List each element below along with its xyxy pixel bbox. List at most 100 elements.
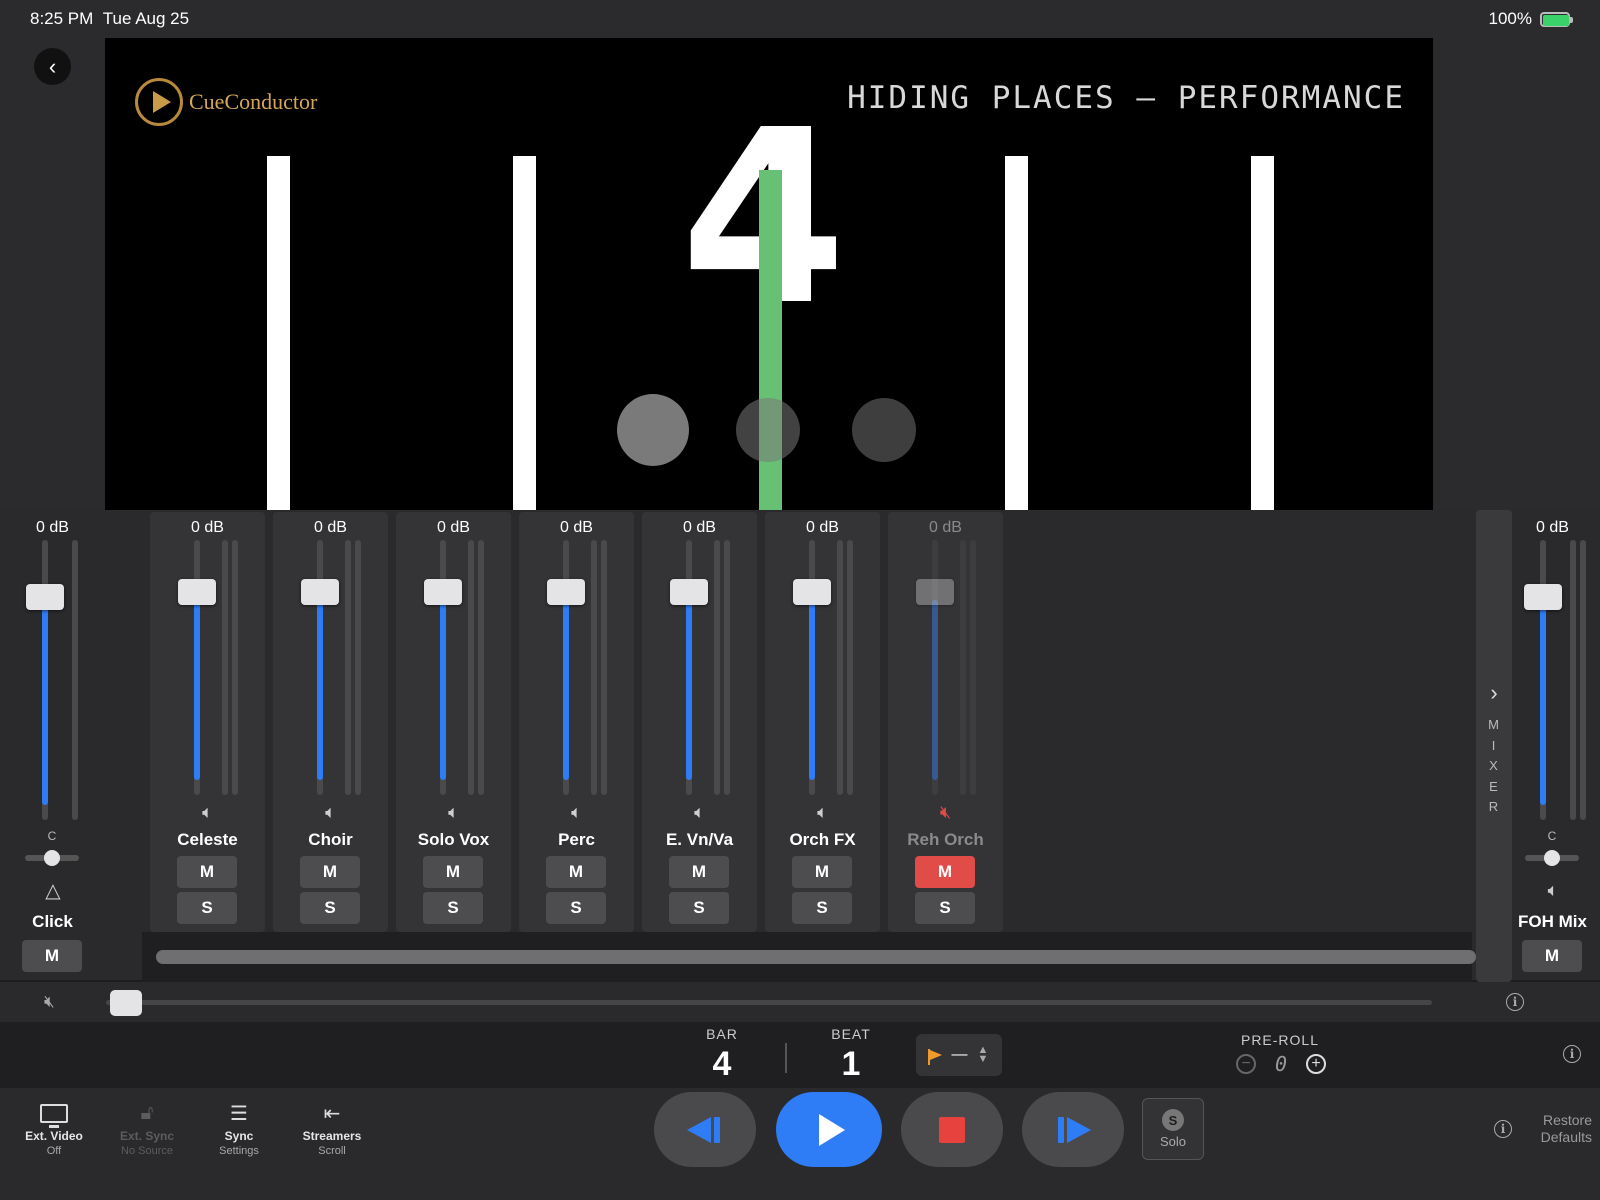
info-icon[interactable]: i (1506, 993, 1524, 1011)
channel-solo-button[interactable]: S (300, 892, 360, 924)
ext-video-button[interactable]: Ext. Video Off (14, 1100, 94, 1157)
streamer-bar (1005, 156, 1028, 510)
channel-db-readout: 0 dB (437, 519, 470, 536)
channel-solo-button[interactable]: S (423, 892, 483, 924)
foh-fader-knob[interactable] (1524, 584, 1562, 610)
channel-mute-button[interactable]: M (300, 856, 360, 888)
ext-video-label: Ext. Video (25, 1129, 83, 1143)
stop-icon (939, 1116, 965, 1143)
click-fader-knob[interactable] (26, 584, 64, 610)
ext-video-status: Off (46, 1145, 62, 1157)
play-button[interactable] (776, 1092, 882, 1167)
mixer-horizontal-scrollbar[interactable] (156, 950, 1476, 964)
channel-level-meter (714, 540, 720, 795)
foh-pan-knob[interactable] (1544, 850, 1560, 866)
channel-mute-button[interactable]: M (177, 856, 237, 888)
ext-sync-button[interactable]: 🔓︎ Ext. Sync No Source (107, 1100, 187, 1158)
channel-fader-level (563, 600, 569, 780)
channel-fader-knob[interactable] (178, 579, 216, 605)
click-pan-knob[interactable] (44, 850, 60, 866)
channel-fader-level (440, 600, 446, 780)
speaker-muted-icon[interactable]: 🔇︎ (888, 802, 1003, 823)
channel-level-meter (222, 540, 228, 795)
channel-name: Celeste (177, 830, 238, 849)
channel-solo-button[interactable]: S (546, 892, 606, 924)
click-level-meter (72, 540, 78, 820)
channel-mute-button[interactable]: M (792, 856, 852, 888)
streamers-button[interactable]: ⇤ Streamers Scroll (292, 1100, 372, 1158)
channel-solo-button[interactable]: S (792, 892, 852, 924)
status-time: 8:25 PM Tue Aug 25 (30, 9, 190, 28)
channel-level-meter (837, 540, 843, 795)
solo-button[interactable]: S Solo (1142, 1098, 1204, 1160)
foh-fader-level (1540, 600, 1546, 805)
channel-mute-button[interactable]: M (546, 856, 606, 888)
timeline-scrubber-knob[interactable] (110, 990, 142, 1016)
beat-dot (617, 394, 689, 466)
foh-channel-name: FOH Mix (1518, 912, 1587, 931)
channel-fader-knob[interactable] (301, 579, 339, 605)
speaker-icon[interactable]: 🔈︎ (396, 802, 511, 823)
next-icon (1067, 1116, 1091, 1143)
preroll-decrement-button[interactable]: − (1236, 1054, 1256, 1074)
foh-db-readout: 0 dB (1536, 519, 1569, 536)
speaker-icon[interactable]: 🔈︎ (273, 802, 388, 823)
foh-pan-label: C (1547, 829, 1557, 843)
channel-fader-knob[interactable] (424, 579, 462, 605)
channel-fader-knob[interactable] (916, 579, 954, 605)
channel-name: Solo Vox (417, 830, 490, 849)
info-icon[interactable]: i (1563, 1045, 1581, 1063)
foh-level-meter (1570, 540, 1576, 820)
battery-icon (1540, 11, 1573, 27)
channel-db-readout: 0 dB (806, 519, 839, 536)
chevron-left-icon: ‹ (48, 53, 57, 79)
channel-db-readout: 0 dB (929, 519, 962, 536)
sliders-icon: ☰ (230, 1102, 248, 1125)
channel-solo-button[interactable]: S (915, 892, 975, 924)
preroll-value: 0 (1274, 1052, 1288, 1076)
speaker-icon[interactable]: 🔈︎ (642, 802, 757, 823)
previous-button[interactable] (654, 1092, 756, 1167)
marker-selector[interactable]: — ▲ ▼ (916, 1034, 1002, 1076)
sync-settings-button[interactable]: ☰ Sync Settings (199, 1100, 279, 1158)
channel-fader-knob[interactable] (670, 579, 708, 605)
click-mute-button[interactable]: M (22, 940, 82, 972)
channel-name: Reh Orch (907, 830, 984, 849)
info-icon[interactable]: i (1494, 1120, 1512, 1138)
battery-indicator: 100% (1489, 9, 1573, 29)
channel-mute-button[interactable]: M (915, 856, 975, 888)
streamers-label: Streamers (302, 1129, 362, 1143)
speaker-icon[interactable]: 🔈︎ (765, 802, 880, 823)
channel-solo-button[interactable]: S (669, 892, 729, 924)
stop-button[interactable] (901, 1092, 1003, 1167)
foh-mute-button[interactable]: M (1522, 940, 1582, 972)
chevron-updown-icon: ▲ ▼ (977, 1044, 989, 1065)
preroll-label: PRE-ROLL (1240, 1032, 1320, 1048)
ext-sync-status: No Source (121, 1145, 173, 1157)
preroll-increment-button[interactable]: + (1305, 1054, 1326, 1074)
speaker-mute-icon[interactable]: 🔇︎ (44, 992, 55, 1012)
monitor-icon (40, 1103, 68, 1128)
restore-defaults-button[interactable]: Restore Defaults (1534, 1112, 1592, 1146)
speaker-icon[interactable]: 🔈︎ (519, 802, 634, 823)
channel-level-meter (724, 540, 730, 795)
status-date: Tue Aug 25 (102, 9, 190, 28)
channel-solo-button[interactable]: S (177, 892, 237, 924)
mixer-tab-label: M I X E R (1488, 717, 1500, 814)
back-button[interactable]: ‹ (34, 48, 71, 85)
channel-name: Orch FX (789, 830, 856, 849)
metronome-icon: △ (45, 880, 61, 902)
sync-sub-label: Settings (219, 1145, 259, 1157)
channel-mute-button[interactable]: M (423, 856, 483, 888)
channel-fader-knob[interactable] (793, 579, 831, 605)
channel-level-meter (478, 540, 484, 795)
timeline-scrubber[interactable] (106, 1000, 1432, 1005)
click-channel-name: Click (32, 912, 73, 931)
speaker-icon[interactable]: 🔈︎ (150, 802, 265, 823)
channel-fader-knob[interactable] (547, 579, 585, 605)
channel-mute-button[interactable]: M (669, 856, 729, 888)
next-button[interactable] (1022, 1092, 1124, 1167)
lock-icon: 🔓︎ (140, 1101, 154, 1124)
channel-db-readout: 0 dB (560, 519, 593, 536)
previous-icon (687, 1116, 711, 1143)
